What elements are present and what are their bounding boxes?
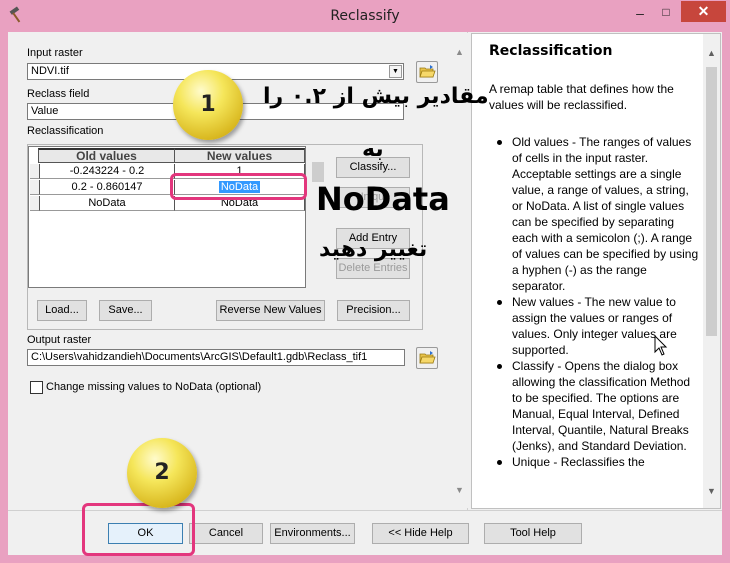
bullet-icon <box>497 140 502 145</box>
step-2-badge: 2 <box>127 438 197 508</box>
old-value-cell[interactable]: -0.243224 - 0.2 <box>40 164 175 179</box>
minimize-button[interactable]: – <box>628 5 652 25</box>
help-intro: A remap table that defines how the value… <box>489 82 674 112</box>
environments-button[interactable]: Environments... <box>270 523 355 544</box>
annotation-line-4: تغییر دهید <box>319 237 428 262</box>
column-header-new-values[interactable]: New values <box>174 148 305 163</box>
hide-help-button[interactable]: << Hide Help <box>372 523 469 544</box>
scroll-up-arrow-icon[interactable]: ▲ <box>455 47 464 57</box>
help-bullet: Classify - Opens the dialog box allowing… <box>497 358 700 454</box>
new-value-highlight-box <box>170 173 307 200</box>
help-bullet-text: Unique - Reclassifies the <box>512 455 645 469</box>
step-1-badge: 1 <box>173 70 243 140</box>
chevron-down-icon[interactable]: ▼ <box>389 65 402 78</box>
row-header[interactable] <box>30 180 40 195</box>
old-value-cell[interactable]: NoData <box>40 196 175 211</box>
maximize-button[interactable]: □ <box>654 5 678 25</box>
browse-output-button[interactable] <box>416 347 438 369</box>
scroll-thumb[interactable] <box>312 162 324 182</box>
bullet-icon <box>497 364 502 369</box>
annotation-line-1: مقادیر بیش از ۰.۲ را <box>263 84 489 109</box>
output-raster-field[interactable]: C:\Users\vahidzandieh\Documents\ArcGIS\D… <box>27 349 405 366</box>
bullet-icon <box>497 460 502 465</box>
mouse-cursor-icon <box>654 335 668 356</box>
help-scrollbar[interactable]: ▲ ▼ <box>703 34 720 508</box>
input-raster-label: Input raster <box>27 47 83 59</box>
help-title: Reclassification <box>489 43 613 59</box>
close-button[interactable]: ✕ <box>681 1 726 22</box>
output-raster-value: C:\Users\vahidzandieh\Documents\ArcGIS\D… <box>31 351 368 363</box>
input-raster-value: NDVI.tif <box>31 65 69 77</box>
title-bar[interactable]: Reclassify – □ ✕ <box>0 0 730 32</box>
table-scrollbar[interactable] <box>310 148 326 288</box>
tool-help-button[interactable]: Tool Help <box>484 523 582 544</box>
help-bullet-list: Old values - The ranges of values of cel… <box>497 134 700 470</box>
open-folder-icon <box>419 65 436 78</box>
bullet-icon <box>497 300 502 305</box>
reclassification-label: Reclassification <box>27 125 104 137</box>
annotation-line-2: به <box>362 137 384 162</box>
help-pane: Reclassification A remap table that defi… <box>471 33 721 509</box>
column-header-old-values[interactable]: Old values <box>38 148 175 163</box>
help-bullet: Old values - The ranges of values of cel… <box>497 134 700 294</box>
scroll-down-arrow-icon[interactable]: ▼ <box>455 485 464 495</box>
change-missing-label: Change missing values to NoData (optiona… <box>46 381 262 393</box>
old-value-cell[interactable]: 0.2 - 0.860147 <box>40 180 175 195</box>
reverse-new-values-button[interactable]: Reverse New Values <box>216 300 325 321</box>
scroll-up-arrow-icon[interactable]: ▲ <box>707 48 716 58</box>
cancel-button[interactable]: Cancel <box>189 523 263 544</box>
annotation-line-3: NoData <box>316 180 450 218</box>
help-bullet-text: Classify - Opens the dialog box allowing… <box>512 359 691 453</box>
output-raster-label: Output raster <box>27 334 92 346</box>
reclass-field-label: Reclass field <box>27 88 90 100</box>
reclassify-window: Reclassify – □ ✕ ▲ ▼ Input raster NDVI.t… <box>0 0 730 563</box>
row-header[interactable] <box>30 164 40 179</box>
load-button[interactable]: Load... <box>37 300 87 321</box>
help-bullet-text: Old values - The ranges of values of cel… <box>512 135 699 293</box>
row-header[interactable] <box>30 196 40 211</box>
help-bullet: New values - The new value to assign the… <box>497 294 700 358</box>
reclass-table[interactable]: Old values New values -0.243224 - 0.2 1 … <box>28 146 306 288</box>
save-button[interactable]: Save... <box>99 300 152 321</box>
precision-button[interactable]: Precision... <box>337 300 410 321</box>
help-bullet: Unique - Reclassifies the <box>497 454 700 470</box>
window-title: Reclassify <box>330 8 400 24</box>
scroll-thumb[interactable] <box>706 67 717 336</box>
scroll-down-arrow-icon[interactable]: ▼ <box>707 486 716 496</box>
reclass-field-value: Value <box>31 105 59 117</box>
browse-input-button[interactable] <box>416 61 438 83</box>
help-bullet-text: New values - The new value to assign the… <box>512 295 677 357</box>
ok-highlight-box <box>82 503 195 556</box>
open-folder-icon <box>419 351 436 364</box>
change-missing-checkbox[interactable] <box>30 381 43 394</box>
